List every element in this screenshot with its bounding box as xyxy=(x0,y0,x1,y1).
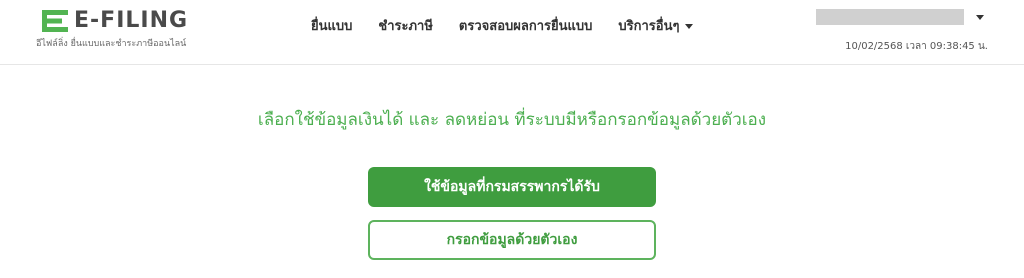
fill-data-manually-button[interactable]: กรอกข้อมูลด้วยตัวเอง xyxy=(368,220,656,260)
page-headline: เลือกใช้ข้อมูลเงินได้ และ ลดหย่อน ที่ระบ… xyxy=(257,110,767,130)
main-nav: ยื่นแบบ ชำระภาษี ตรวจสอบผลการยื่นแบบ บริ… xyxy=(311,15,694,36)
efiling-logo[interactable]: E-FILING อีไฟล์ลิ่ง ยื่นแบบและชำระภาษีออ… xyxy=(36,6,206,50)
nav-item-pay-tax[interactable]: ชำระภาษี xyxy=(378,15,433,36)
nav-item-other-services[interactable]: บริการอื่นๆ xyxy=(618,15,694,36)
chevron-down-icon xyxy=(685,23,694,29)
nav-item-check-status[interactable]: ตรวจสอบผลการยื่นแบบ xyxy=(459,15,592,36)
nav-item-label: ตรวจสอบผลการยื่นแบบ xyxy=(458,18,593,34)
logo-tagline: อีไฟล์ลิ่ง ยื่นแบบและชำระภาษีออนไลน์ xyxy=(36,39,187,49)
header: E-FILING อีไฟล์ลิ่ง ยื่นแบบและชำระภาษีออ… xyxy=(0,0,1024,65)
use-revenue-department-data-button[interactable]: ใช้ข้อมูลที่กรมสรรพากรได้รับ xyxy=(368,167,656,207)
user-area: 10/02/2568 เวลา 09:38:45 น. xyxy=(816,9,988,57)
login-datetime: 10/02/2568 เวลา 09:38:45 น. xyxy=(845,41,988,52)
nav-item-file-return[interactable]: ยื่นแบบ xyxy=(311,15,352,36)
user-name-redacted[interactable] xyxy=(816,9,964,25)
efiling-logo-icon xyxy=(42,10,68,32)
nav-item-label: ชำระภาษี xyxy=(378,18,433,34)
page: E-FILING อีไฟล์ลิ่ง ยื่นแบบและชำระภาษีออ… xyxy=(0,0,1024,278)
logo-text: E-FILING xyxy=(74,8,189,33)
user-menu-chevron-down-icon[interactable] xyxy=(976,15,984,20)
nav-item-label: บริการอื่นๆ xyxy=(618,18,680,34)
nav-item-label: ยื่นแบบ xyxy=(311,18,353,34)
